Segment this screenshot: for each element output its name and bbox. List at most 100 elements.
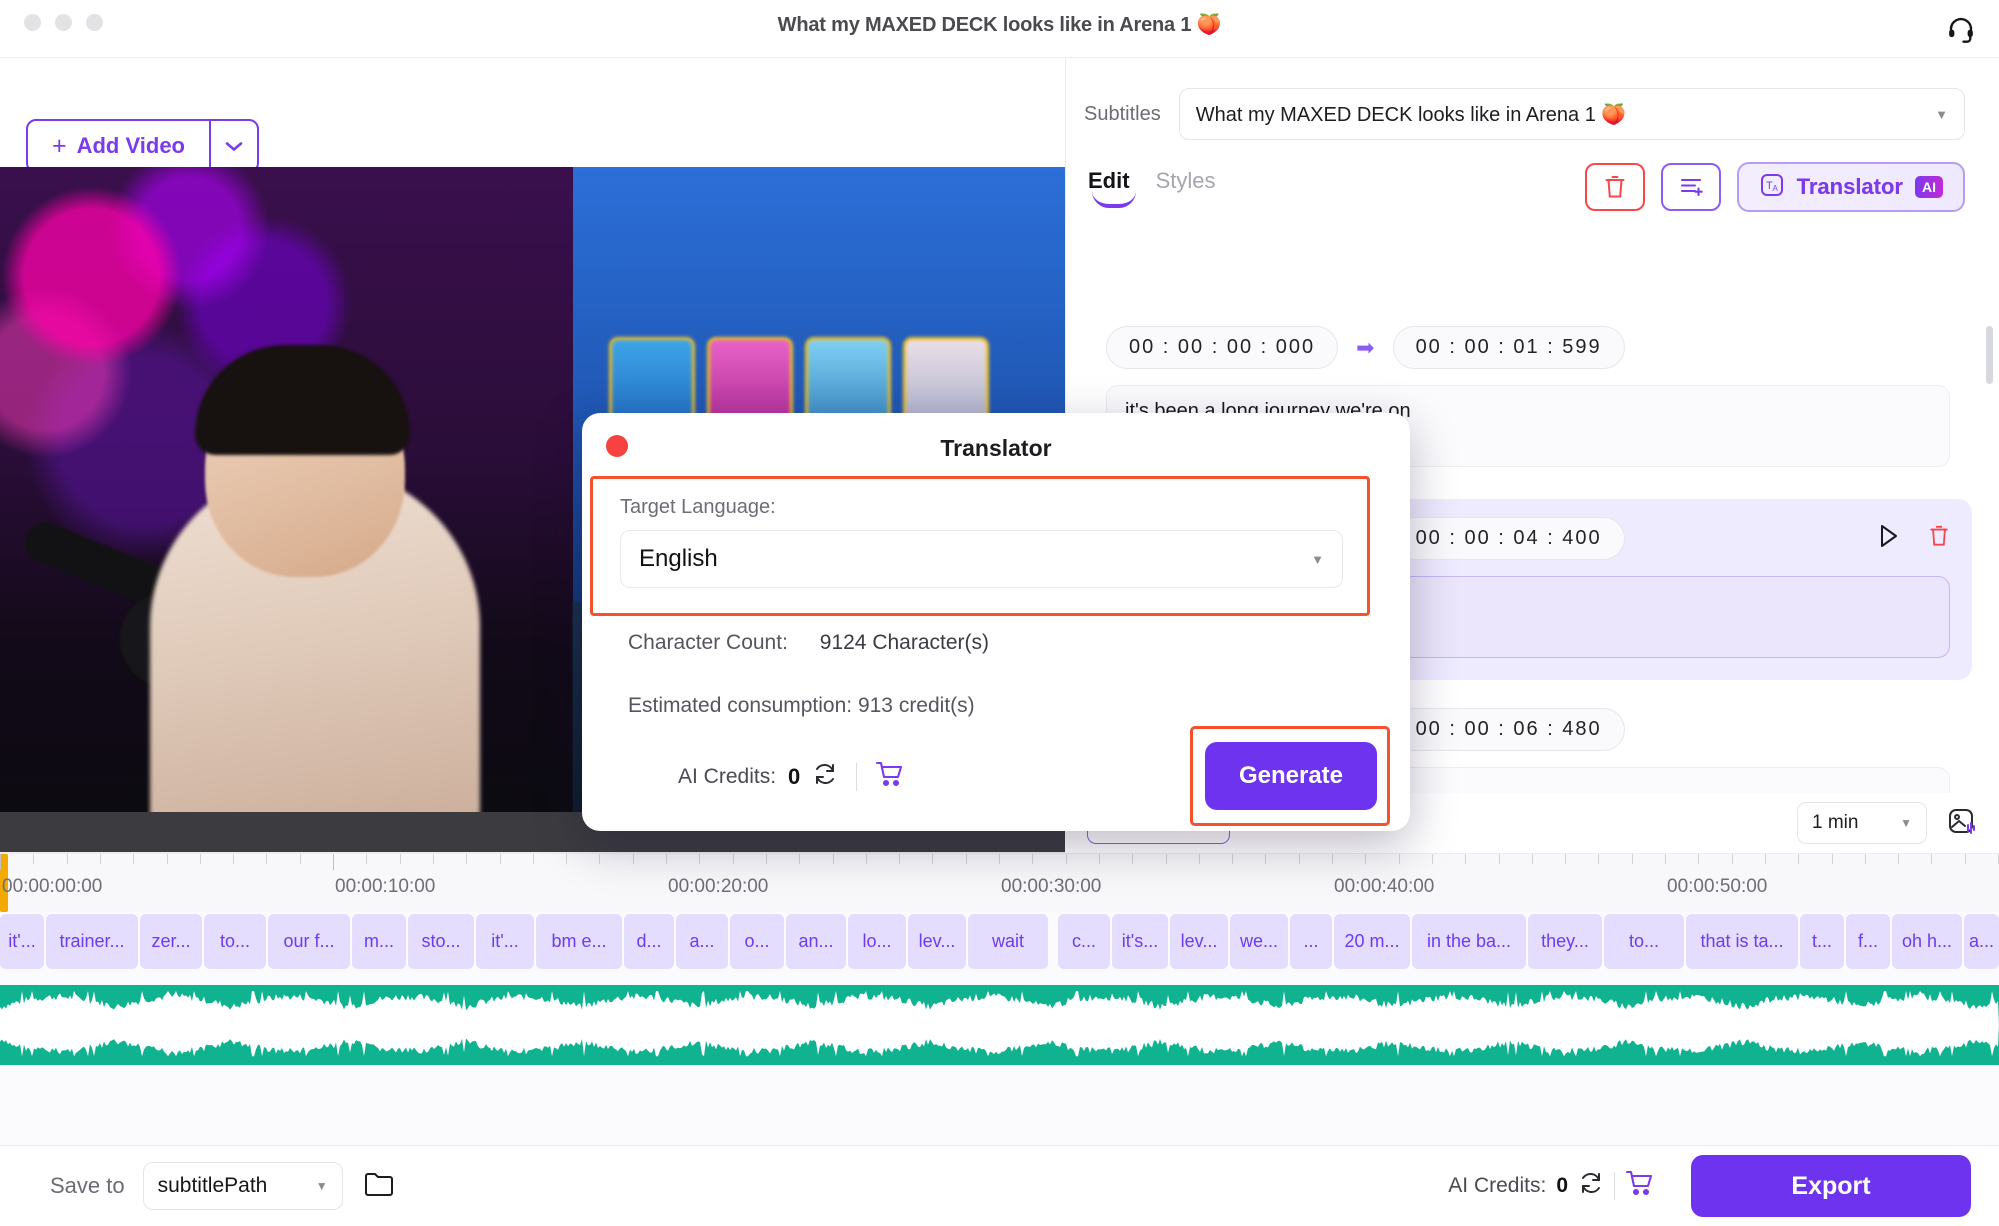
- subtitle-start-time[interactable]: 00 : 00 : 00 : 000: [1106, 326, 1339, 369]
- timeline-subtitle-clip[interactable]: f...: [1846, 914, 1890, 969]
- chevron-down-icon: ▼: [315, 1179, 328, 1193]
- ruler-tick: [466, 854, 468, 864]
- ruler-tick: [99, 854, 101, 864]
- cart-icon[interactable]: [875, 760, 905, 794]
- add-video-button[interactable]: + Add Video: [26, 119, 259, 173]
- timeline-subtitle-clip[interactable]: lev...: [908, 914, 966, 969]
- add-video-main[interactable]: + Add Video: [28, 121, 209, 171]
- timeline-subtitle-clip[interactable]: a...: [1964, 914, 1999, 969]
- timeline-subtitle-clip[interactable]: in the ba...: [1412, 914, 1526, 969]
- cart-icon[interactable]: [1625, 1169, 1655, 1203]
- target-language-select[interactable]: English ▼: [620, 530, 1343, 588]
- timeline-subtitle-clip[interactable]: they...: [1528, 914, 1602, 969]
- trash-icon: [1605, 176, 1625, 198]
- ruler-tick: [765, 854, 767, 864]
- timeline-subtitle-clip[interactable]: that is ta...: [1686, 914, 1798, 969]
- subtitle-tab-actions: T A Translator AI: [1584, 162, 1965, 212]
- generate-button[interactable]: Generate: [1205, 742, 1377, 810]
- timeline-subtitle-clip[interactable]: a...: [676, 914, 728, 969]
- arrow-right-icon: ➡: [1356, 334, 1375, 360]
- subtitle-tabs-row: Edit Styles T A Translator AI: [1066, 140, 1999, 212]
- ai-credits-value: 0: [1556, 1174, 1568, 1197]
- ruler-tick: [333, 854, 334, 870]
- add-lines-button[interactable]: [1660, 163, 1721, 211]
- timeline-subtitle-clip[interactable]: sto...: [408, 914, 474, 969]
- timeline[interactable]: 00:00:00:00 00:00:10:00 00:00:20:00 00:00:3…: [0, 853, 1999, 1145]
- tab-edit[interactable]: Edit: [1088, 168, 1136, 208]
- subtitle-end-time[interactable]: 00 : 00 : 01 : 599: [1392, 326, 1625, 369]
- ruler-tick: [1098, 854, 1100, 864]
- timeline-subtitle-clip[interactable]: zer...: [140, 914, 202, 969]
- scrollbar-thumb[interactable]: [1986, 326, 1993, 384]
- timeline-subtitle-clip[interactable]: c...: [1058, 914, 1110, 969]
- subtitle-end-time[interactable]: 00 : 00 : 04 : 400: [1392, 517, 1625, 560]
- folder-icon[interactable]: [363, 1169, 397, 1204]
- ruler-tick: [499, 854, 501, 864]
- timeline-zoom-select[interactable]: 1 min ▼: [1797, 802, 1927, 844]
- tab-styles[interactable]: Styles: [1156, 168, 1216, 206]
- translate-icon: T A: [1759, 172, 1785, 203]
- timeline-subtitle-clip[interactable]: ...: [1290, 914, 1332, 969]
- timeline-subtitle-clip[interactable]: it'...: [0, 914, 44, 969]
- divider: [1614, 1172, 1615, 1200]
- chevron-down-icon: ▼: [1935, 106, 1948, 122]
- subtitle-clip-track[interactable]: it'... trainer... zer... to... our f... m... s…: [0, 914, 1999, 969]
- export-button[interactable]: Export: [1691, 1155, 1971, 1217]
- preview-streamer-pane: [0, 167, 573, 852]
- timeline-subtitle-clip[interactable]: o...: [730, 914, 784, 969]
- audio-waveform-track[interactable]: [0, 985, 1999, 1065]
- timeline-subtitle-clip[interactable]: trainer...: [46, 914, 138, 969]
- refresh-icon[interactable]: [812, 761, 838, 793]
- ruler-tick: [166, 854, 168, 864]
- svg-text:A: A: [1772, 184, 1778, 193]
- timeline-subtitle-clip[interactable]: m...: [352, 914, 406, 969]
- save-path-select[interactable]: subtitlePath ▼: [142, 1162, 343, 1210]
- timeline-subtitle-clip[interactable]: we...: [1230, 914, 1288, 969]
- subtitle-track-value: What my MAXED DECK looks like in Arena 1…: [1195, 103, 1627, 126]
- waveform-graphic: [0, 985, 1999, 1065]
- ruler-tick: [566, 854, 568, 864]
- ruler-tick: [932, 854, 934, 864]
- timeline-subtitle-clip[interactable]: t...: [1800, 914, 1844, 969]
- timeline-subtitle-clip[interactable]: it'...: [476, 914, 534, 969]
- image-audio-icon[interactable]: [1947, 806, 1977, 841]
- ruler-label: 00:00:40:00: [1334, 876, 1435, 897]
- subtitle-end-time[interactable]: 00 : 00 : 06 : 480: [1392, 708, 1625, 751]
- ruler-label: 00:00:10:00: [335, 876, 436, 897]
- timeline-subtitle-clip[interactable]: to...: [204, 914, 266, 969]
- ruler-tick: [532, 854, 534, 864]
- timeline-subtitle-clip[interactable]: d...: [624, 914, 674, 969]
- play-row-icon[interactable]: [1876, 523, 1900, 554]
- translator-modal[interactable]: Translator Target Language: English ▼ Ch…: [582, 413, 1410, 831]
- timeline-subtitle-clip[interactable]: lo...: [848, 914, 906, 969]
- chevron-down-icon: ▼: [1900, 816, 1912, 830]
- timeline-subtitle-clip[interactable]: 20 m...: [1334, 914, 1410, 969]
- add-lines-icon: [1680, 178, 1703, 197]
- timeline-subtitle-clip[interactable]: our f...: [268, 914, 350, 969]
- delete-row-icon[interactable]: [1928, 524, 1950, 553]
- timeline-ruler[interactable]: 00:00:00:00 00:00:10:00 00:00:20:00 00:00:3…: [0, 854, 1999, 912]
- bottom-bar: Save to subtitlePath ▼ AI Credits: 0 Exp…: [0, 1145, 1999, 1226]
- timeline-subtitle-clip[interactable]: wait: [968, 914, 1048, 969]
- timeline-subtitle-clip[interactable]: an...: [786, 914, 846, 969]
- refresh-icon[interactable]: [1578, 1170, 1604, 1202]
- ruler-tick: [1032, 854, 1034, 864]
- ruler-tick: [1132, 854, 1134, 864]
- ruler-tick: [1764, 854, 1766, 864]
- add-video-dropdown-button[interactable]: [209, 121, 257, 171]
- subtitle-list-scrollbar[interactable]: [1986, 316, 1993, 852]
- delete-subtitles-button[interactable]: [1584, 163, 1645, 211]
- timeline-subtitle-clip[interactable]: to...: [1604, 914, 1684, 969]
- timeline-subtitle-clip[interactable]: oh h...: [1892, 914, 1962, 969]
- add-video-bar: + Add Video: [0, 58, 1065, 173]
- ruler-tick: [799, 854, 801, 864]
- timeline-subtitle-clip[interactable]: lev...: [1170, 914, 1228, 969]
- headset-icon[interactable]: [1941, 9, 1981, 49]
- subtitle-track-select[interactable]: What my MAXED DECK looks like in Arena 1…: [1178, 88, 1965, 140]
- translator-button[interactable]: T A Translator AI: [1736, 162, 1965, 212]
- timeline-subtitle-clip[interactable]: it's...: [1112, 914, 1168, 969]
- save-to-label: Save to: [50, 1173, 125, 1198]
- timeline-subtitle-clip[interactable]: bm e...: [536, 914, 622, 969]
- ruler-tick: [832, 854, 834, 864]
- ruler-tick: [432, 854, 434, 864]
